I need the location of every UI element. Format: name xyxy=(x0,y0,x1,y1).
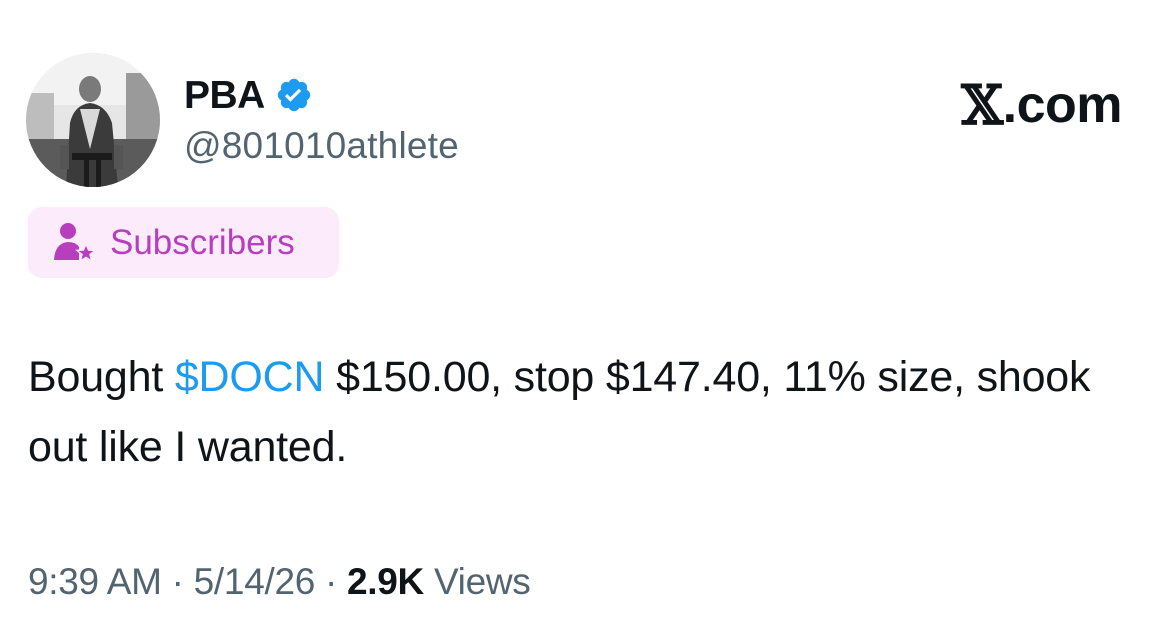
tweet-date[interactable]: 5/14/26 xyxy=(194,561,316,602)
brand-logo: 𝕏 .com xyxy=(961,78,1122,132)
cashtag-link[interactable]: $DOCN xyxy=(175,353,325,401)
display-name[interactable]: PBA xyxy=(184,76,265,115)
tweet-time[interactable]: 9:39 AM xyxy=(28,561,162,602)
tweet-meta: 9:39 AM · 5/14/26 · 2.9K Views xyxy=(28,560,531,604)
verified-badge-icon[interactable] xyxy=(275,76,313,114)
author-name-row[interactable]: PBA xyxy=(184,70,313,120)
tweet-text-before: Bought xyxy=(28,353,175,401)
tweet-text: Bought $DOCN $150.00, stop $147.40, 11% … xyxy=(28,342,1128,482)
subscribers-badge[interactable]: Subscribers xyxy=(28,207,339,278)
x-logo-icon: 𝕏 xyxy=(961,73,1003,137)
meta-separator: · xyxy=(171,561,184,602)
brand-suffix: .com xyxy=(1002,76,1123,134)
meta-separator: · xyxy=(325,561,338,602)
author-handle[interactable]: @801010athlete xyxy=(184,125,459,167)
views-label: Views xyxy=(433,561,531,602)
subscribers-label: Subscribers xyxy=(110,223,295,262)
views-count[interactable]: 2.9K xyxy=(347,561,424,602)
subscriber-star-icon xyxy=(52,220,98,266)
avatar[interactable] xyxy=(26,53,160,187)
avatar-photo xyxy=(26,53,160,187)
